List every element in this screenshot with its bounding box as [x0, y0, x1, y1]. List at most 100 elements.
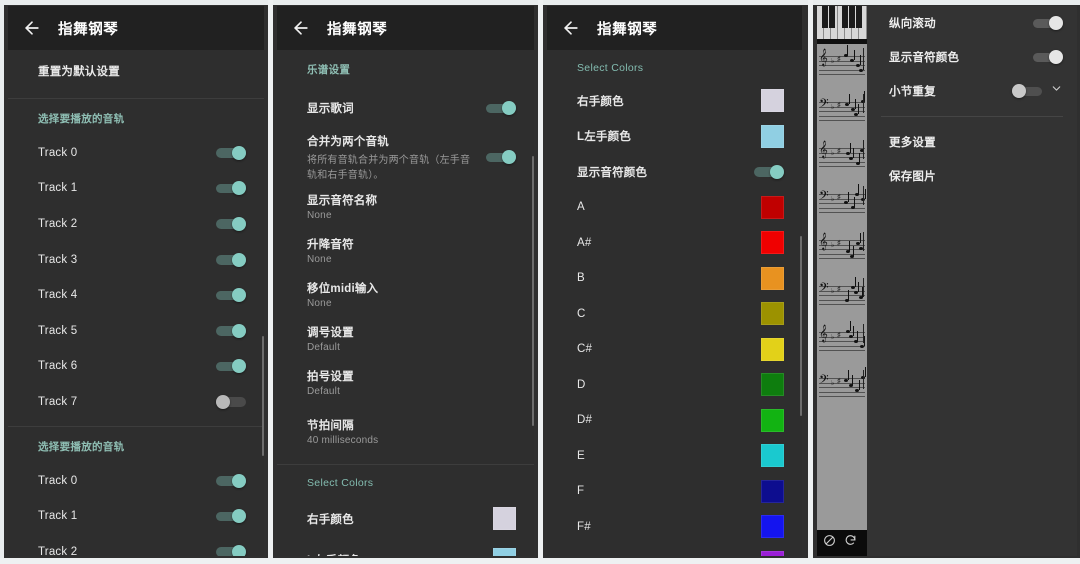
list-item[interactable]: G: [547, 545, 802, 556]
list-item[interactable]: Track 4: [8, 277, 264, 313]
list-item[interactable]: L左手颜色: [277, 539, 534, 556]
list-item-label: C#: [577, 343, 593, 356]
menu-item[interactable]: 更多设置: [867, 125, 1077, 159]
list-item[interactable]: L左手颜色: [547, 119, 802, 155]
toggle-switch[interactable]: [486, 150, 516, 164]
list-item[interactable]: F: [547, 474, 802, 510]
list-item[interactable]: Track 1: [8, 498, 264, 534]
list-item[interactable]: Track 1: [8, 171, 264, 207]
scrollbar-thumb[interactable]: [262, 336, 264, 456]
list-item-subtitle: Default: [307, 385, 341, 397]
list-item[interactable]: 调号设置 Default: [277, 316, 534, 360]
list-item[interactable]: Track 2: [8, 534, 264, 556]
toggle-switch[interactable]: [1033, 50, 1063, 64]
app-bar: 指舞钢琴: [8, 6, 264, 50]
toggle-switch[interactable]: [216, 216, 246, 231]
list-item[interactable]: Track 0: [8, 463, 264, 499]
toggle-knob: [232, 181, 246, 196]
toggle-switch[interactable]: [216, 181, 246, 196]
list-item[interactable]: Track 3: [8, 242, 264, 278]
list-item[interactable]: Track 5: [8, 313, 264, 349]
list-item[interactable]: E: [547, 438, 802, 474]
color-swatch[interactable]: [761, 337, 784, 361]
toggle-switch[interactable]: [216, 394, 246, 409]
panel3-scroll[interactable]: Select Colors 右手颜色 L左手颜色 显示音符颜色 A A# B C C# D D# E…: [547, 50, 802, 556]
list-item[interactable]: D: [547, 367, 802, 403]
list-item[interactable]: Track 2: [8, 206, 264, 242]
scrollbar-thumb[interactable]: [800, 236, 802, 416]
color-swatch[interactable]: [761, 231, 784, 255]
toggle-switch[interactable]: [216, 288, 246, 303]
chevron-down-icon[interactable]: [1042, 82, 1063, 100]
list-item[interactable]: 节拍间隔 40 milliseconds: [277, 404, 534, 458]
toggle-switch[interactable]: [216, 473, 246, 488]
arrow-left-icon[interactable]: [561, 18, 581, 38]
list-item[interactable]: A#: [547, 225, 802, 261]
panel2-scroll[interactable]: 乐谱设置 显示歌词 合并为两个音轨 将所有音轨合并为两个音轨（左手音轨和右手音轨）。…: [277, 50, 534, 556]
list-item[interactable]: D#: [547, 403, 802, 439]
toggle-switch[interactable]: [216, 252, 246, 267]
color-swatch[interactable]: [761, 195, 784, 219]
reset-defaults-row[interactable]: 重置为默认设置: [8, 50, 264, 92]
panel4-inner: 𝄞 ♭ ♯ 𝄢 ♭ ♯ 𝄞 ♭ ♯ 𝄢 ♭ ♯ 𝄞 ♭ ♯ 𝄢 ♭ ♯ 𝄞 ♭ ♯ 𝄢 ♭ ♯ 纵向滚动 显示音符颜色 小节重复 …: [817, 6, 1077, 556]
list-item[interactable]: B: [547, 261, 802, 297]
list-item[interactable]: 右手颜色: [277, 498, 534, 539]
list-item[interactable]: 移位midi输入 None: [277, 272, 534, 316]
restart-icon[interactable]: [844, 534, 857, 552]
list-item[interactable]: 升降音符 None: [277, 228, 534, 272]
sheet-music-view[interactable]: 𝄞 ♭ ♯ 𝄢 ♭ ♯ 𝄞 ♭ ♯ 𝄢 ♭ ♯ 𝄞 ♭ ♯ 𝄢 ♭ ♯ 𝄞 ♭ ♯ 𝄢 ♭ ♯: [817, 6, 867, 556]
color-swatch[interactable]: [761, 373, 784, 397]
list-item[interactable]: 右手颜色: [547, 83, 802, 119]
toggle-switch[interactable]: [1033, 16, 1063, 30]
color-swatch[interactable]: [761, 408, 784, 432]
list-item[interactable]: Track 7: [8, 384, 264, 420]
toggle-switch[interactable]: [216, 323, 246, 338]
list-item[interactable]: 合并为两个音轨 将所有音轨合并为两个音轨（左手音轨和右手音轨）。: [277, 130, 534, 184]
list-item-text: Track 2: [38, 218, 216, 230]
color-swatch[interactable]: [761, 89, 784, 113]
list-item[interactable]: 显示音符颜色: [547, 154, 802, 190]
toggle-knob: [232, 473, 246, 488]
color-swatch[interactable]: [493, 548, 516, 556]
menu-item[interactable]: 保存图片: [867, 159, 1077, 193]
list-item[interactable]: 显示歌词: [277, 86, 534, 130]
list-item[interactable]: A: [547, 190, 802, 226]
color-swatch[interactable]: [761, 550, 784, 556]
menu-item[interactable]: 纵向滚动: [867, 6, 1077, 40]
color-swatch[interactable]: [761, 302, 784, 326]
panel1-scroll[interactable]: 重置为默认设置 选择要播放的音轨 Track 0 Track 1 Track 2 Tr…: [8, 50, 264, 556]
toggle-switch[interactable]: [216, 359, 246, 374]
toggle-switch[interactable]: [216, 145, 246, 160]
note-color-list: 右手颜色 L左手颜色显示音符颜色 A A# B C C# D D# E F F# G: [547, 83, 802, 556]
list-item[interactable]: F#: [547, 509, 802, 545]
toggle-switch[interactable]: [754, 164, 784, 179]
list-item-text: A: [577, 201, 761, 213]
toggle-switch[interactable]: [486, 101, 516, 115]
menu-divider: [881, 116, 1063, 117]
list-item[interactable]: C: [547, 296, 802, 332]
piano-keyboard[interactable]: [817, 6, 867, 44]
menu-item[interactable]: 显示音符颜色: [867, 40, 1077, 74]
color-swatch[interactable]: [493, 507, 516, 530]
section-header-colors: Select Colors: [307, 477, 374, 489]
toggle-switch[interactable]: [216, 544, 246, 556]
arrow-left-icon[interactable]: [291, 18, 311, 38]
list-item[interactable]: Track 0: [8, 135, 264, 171]
toggle-switch[interactable]: [1012, 84, 1042, 98]
scrollbar-thumb[interactable]: [532, 156, 534, 426]
list-item[interactable]: Track 6: [8, 349, 264, 385]
color-swatch[interactable]: [761, 266, 784, 290]
color-swatch[interactable]: [761, 124, 784, 148]
arrow-left-icon[interactable]: [22, 18, 42, 38]
no-entry-icon[interactable]: [823, 534, 836, 552]
list-item[interactable]: 拍号设置 Default: [277, 360, 534, 404]
color-swatch[interactable]: [761, 479, 784, 503]
toggle-knob: [502, 101, 516, 115]
list-item[interactable]: 显示音符名称 None: [277, 184, 534, 228]
list-item[interactable]: C#: [547, 332, 802, 368]
toggle-switch[interactable]: [216, 509, 246, 524]
list-item-text: 显示歌词: [307, 100, 486, 116]
color-swatch[interactable]: [761, 444, 784, 468]
color-swatch[interactable]: [761, 515, 784, 539]
menu-item[interactable]: 小节重复: [867, 74, 1077, 108]
